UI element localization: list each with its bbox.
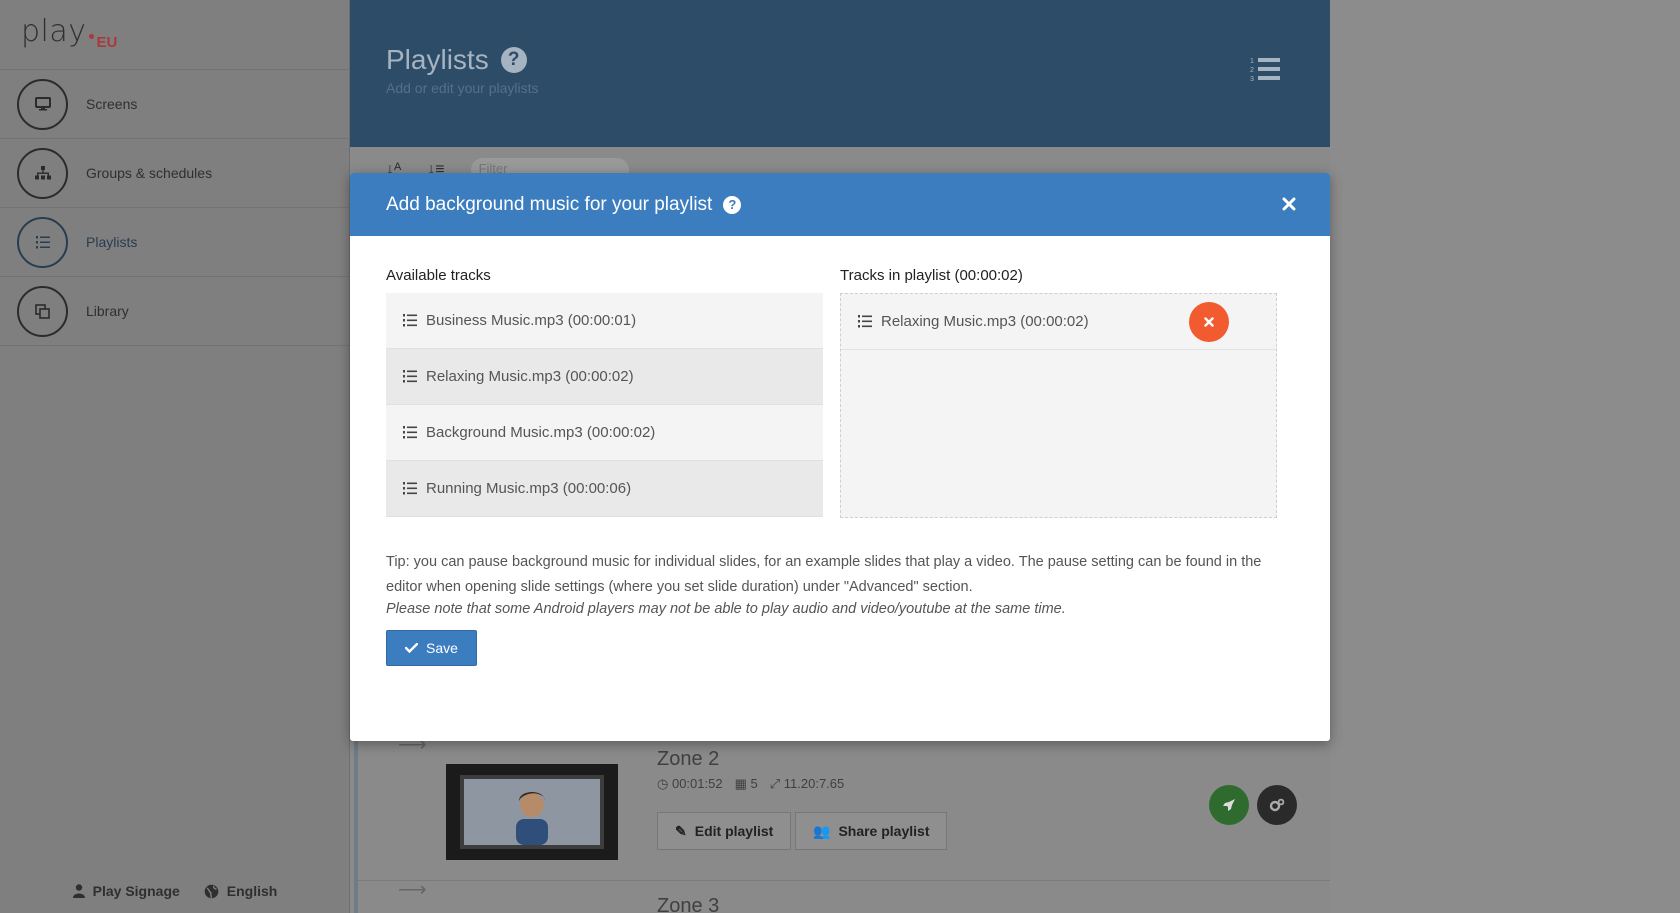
- page-title-row: Playlists ?: [386, 44, 1330, 76]
- drag-list-icon: [403, 482, 417, 495]
- question-circle-icon[interactable]: ?: [500, 47, 527, 73]
- list-item[interactable]: Running Music.mp3 (00:00:06): [386, 461, 823, 517]
- gears-icon: [1269, 798, 1285, 812]
- close-icon: [1204, 317, 1214, 327]
- list-icon: [35, 235, 50, 248]
- background-music-modal: Add background music for your playlist ?…: [350, 173, 1330, 741]
- expand-icon: ⤢: [769, 776, 781, 791]
- close-icon: [1282, 197, 1296, 211]
- clone-icon: [35, 303, 50, 319]
- list-item[interactable]: Relaxing Music.mp3 (00:00:02): [841, 294, 1276, 350]
- remove-track-button[interactable]: [1189, 302, 1229, 342]
- list-item[interactable]: Business Music.mp3 (00:00:01): [386, 293, 823, 349]
- android-note: Please note that some Android players ma…: [386, 601, 1066, 617]
- user-menu[interactable]: Play Signage: [72, 883, 180, 899]
- sidebar-item-library[interactable]: Library: [0, 277, 349, 346]
- arrow-right-icon: ⟶: [398, 879, 427, 901]
- modal-header: Add background music for your playlist ?: [350, 173, 1330, 236]
- help-circle-icon[interactable]: ?: [723, 195, 742, 214]
- nav-circle: [17, 78, 68, 130]
- pencil-icon: ✎: [675, 822, 687, 839]
- save-label: Save: [426, 640, 458, 656]
- logo-text: play: [21, 14, 87, 49]
- page-header: Playlists ? Add or edit your playlists 1…: [350, 0, 1330, 147]
- share-playlist-label: Share playlist: [838, 823, 930, 839]
- track-name: Relaxing Music.mp3 (00:00:02): [426, 368, 634, 385]
- zone-ratio-value: 11.20:7.65: [783, 776, 845, 791]
- sidebar-item-label: Screens: [86, 96, 138, 112]
- zone-meta: ◷ 00:01:52 ▦ 5 ⤢ 11.20:7.65: [657, 776, 844, 792]
- avatar-illustration-icon: [516, 792, 548, 845]
- ordered-list-icon: 1 2 3: [1250, 56, 1280, 89]
- check-icon: [405, 643, 419, 653]
- zone-row: ⟶ Zone 2 ◷ 00:01:52 ▦ 5 ⤢ 11.20:7.65 ✎ E…: [354, 734, 1330, 880]
- sitemap-icon: [34, 166, 51, 180]
- playlist-tracks-heading: Tracks in playlist (00:00:02): [840, 267, 1023, 284]
- grid-icon: ▦: [734, 776, 747, 791]
- drag-list-icon: [403, 370, 417, 383]
- logo-region: EU: [96, 34, 118, 51]
- logo-dot: [88, 34, 94, 39]
- language-menu[interactable]: English: [204, 883, 278, 899]
- drag-list-icon: [403, 314, 417, 327]
- page-subtitle: Add or edit your playlists: [386, 80, 539, 96]
- publish-button[interactable]: [1209, 785, 1249, 825]
- nav-circle: [17, 285, 68, 337]
- share-playlist-button[interactable]: 👥 Share playlist: [795, 812, 948, 850]
- settings-button[interactable]: [1257, 785, 1297, 825]
- edit-playlist-label: Edit playlist: [694, 823, 774, 839]
- backdrop-right: [1330, 0, 1680, 913]
- sidebar-item-label: Groups & schedules: [86, 165, 213, 181]
- edit-playlist-button[interactable]: ✎ Edit playlist: [657, 812, 792, 850]
- sidebar-footer: Play Signage English: [0, 883, 350, 899]
- monitor-icon: [34, 97, 51, 111]
- nav-circle: [17, 147, 68, 199]
- track-name: Relaxing Music.mp3 (00:00:02): [881, 313, 1089, 330]
- sidebar-item-label: Playlists: [86, 234, 138, 250]
- close-button[interactable]: [1278, 193, 1300, 215]
- available-tracks-list: Business Music.mp3 (00:00:01) Relaxing M…: [386, 293, 823, 517]
- drag-list-icon: [403, 426, 417, 439]
- sidebar-item-screens[interactable]: Screens: [0, 70, 349, 139]
- tip-text: Tip: you can pause background music for …: [386, 554, 1262, 595]
- track-name: Running Music.mp3 (00:00:06): [426, 480, 632, 497]
- track-name: Background Music.mp3 (00:00:02): [426, 424, 656, 441]
- logo[interactable]: play EU: [0, 0, 349, 70]
- list-item[interactable]: Relaxing Music.mp3 (00:00:02): [386, 349, 823, 405]
- zone-slides: ▦ 5: [735, 776, 758, 792]
- svg-text:2: 2: [1250, 67, 1254, 74]
- svg-text:3: 3: [1250, 76, 1254, 83]
- zone-title: Zone 2: [657, 748, 720, 770]
- sidebar: play EU Screens Groups & schedules Playli…: [0, 0, 350, 913]
- users-icon: 👥: [813, 822, 831, 839]
- svg-text:1: 1: [1250, 58, 1254, 65]
- list-item[interactable]: Background Music.mp3 (00:00:02): [386, 405, 823, 461]
- rocket-icon: [1223, 799, 1235, 811]
- modal-title: Add background music for your playlist: [386, 193, 713, 215]
- globe-icon: [204, 884, 219, 898]
- zone-duration-value: 00:01:52: [671, 776, 723, 791]
- available-tracks-heading: Available tracks: [386, 267, 491, 284]
- zone-duration: ◷ 00:01:52: [657, 776, 723, 792]
- page-title: Playlists: [386, 44, 489, 75]
- zone-slides-value: 5: [750, 776, 758, 791]
- nav-circle: [17, 216, 68, 268]
- language-label: English: [226, 883, 278, 899]
- clock-icon: ◷: [657, 776, 669, 791]
- track-name: Business Music.mp3 (00:00:01): [426, 312, 637, 329]
- sidebar-item-groups[interactable]: Groups & schedules: [0, 139, 349, 208]
- save-button[interactable]: Save: [386, 630, 477, 666]
- drag-list-icon: [858, 315, 872, 328]
- thumbnail-screen: [460, 775, 604, 849]
- zone-row: ⟶ Zone 3: [354, 879, 1330, 913]
- user-name: Play Signage: [92, 883, 180, 899]
- zone-ratio: ⤢ 11.20:7.65: [770, 776, 845, 792]
- sidebar-item-label: Library: [86, 303, 129, 319]
- zone-title: Zone 3: [657, 895, 720, 913]
- zone-thumbnail[interactable]: [446, 764, 618, 860]
- sidebar-item-playlists[interactable]: Playlists: [0, 208, 349, 277]
- playlist-tracks-dropzone[interactable]: Relaxing Music.mp3 (00:00:02): [840, 293, 1277, 518]
- user-icon: [72, 884, 85, 898]
